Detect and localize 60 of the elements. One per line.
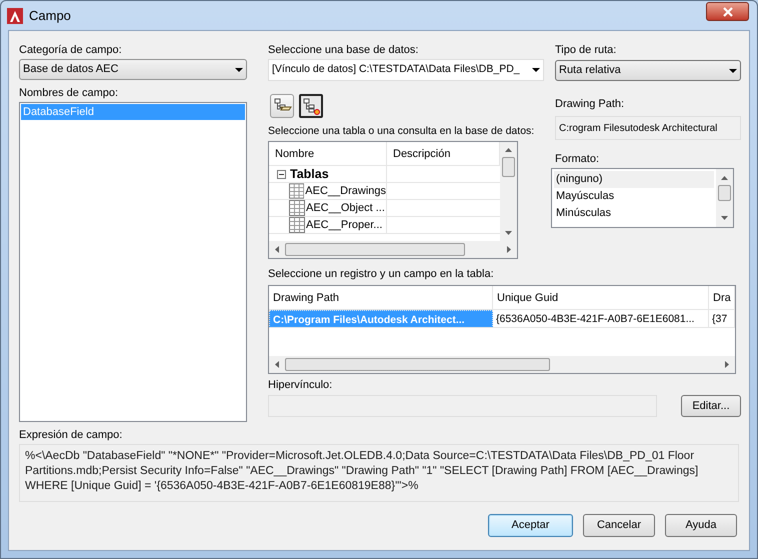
list-item[interactable]: (ninguno)	[554, 171, 714, 188]
list-item[interactable]: Minúsculas	[554, 205, 714, 222]
field-label: Seleccione una base de datos:	[268, 43, 420, 58]
database-dropdown[interactable]: [Vínculo de datos] C:\TESTDATA\Data Files\DB_PD_	[268, 59, 544, 81]
dropdown-arrow-icon	[532, 68, 540, 72]
field-label: Expresión de campo:	[19, 428, 124, 443]
window-title: Campo	[29, 6, 72, 25]
dialog-button[interactable]: Cancelar	[583, 514, 655, 537]
table-cell[interactable]: {6536A050-4B3E-421F-A0B7-6E1E6081...	[493, 310, 709, 327]
column-header[interactable]: Unique Guid	[493, 286, 709, 309]
scroll-up-icon	[721, 176, 728, 180]
field-label: Seleccione una tabla o una consulta en la base de datos:	[268, 124, 536, 139]
field-label: Categoría de campo:	[19, 43, 123, 58]
scrollbar-thumb[interactable]	[285, 358, 550, 371]
scroll-up-icon	[505, 148, 512, 152]
tree-node[interactable]: AEC__Proper...	[306, 216, 382, 234]
column-header[interactable]: Nombre	[269, 142, 387, 166]
app-logo-icon	[7, 8, 23, 24]
field-label: Seleccione un registro y un campo en la tabla:	[268, 267, 495, 282]
dialog-button[interactable]: Ayuda	[665, 514, 737, 537]
dialog-button[interactable]: Aceptar	[488, 514, 573, 537]
scrollbar-thumb[interactable]	[502, 157, 515, 177]
scrollbar-thumb[interactable]	[718, 185, 731, 201]
close-button[interactable]	[706, 2, 749, 21]
category-dropdown[interactable]: Base de datos AEC	[19, 59, 247, 80]
horizontal-scrollbar[interactable]	[269, 241, 517, 258]
horizontal-scrollbar[interactable]	[269, 356, 735, 373]
close-icon	[722, 6, 732, 16]
scroll-down-icon	[721, 216, 728, 220]
dropdown-arrow-icon	[729, 68, 737, 72]
tree-node[interactable]: AEC__Drawings	[305, 182, 386, 200]
toolbar-button[interactable]	[299, 94, 323, 118]
vertical-scrollbar[interactable]	[500, 142, 517, 241]
tree-node[interactable]: AEC__Object ...	[306, 200, 385, 216]
scroll-down-icon	[505, 231, 512, 235]
drawing-path-field[interactable]: C:rogram Filesutodesk Architectural	[555, 116, 741, 140]
field-label: Hipervínculo:	[268, 378, 334, 393]
list-item[interactable]: Mayúsculas	[554, 188, 714, 205]
field-expression-text: %<\AecDb "DatabaseField" "*NONE*" "Provider=Microsoft.Jet.OLEDB.4.0;Data Source=C:\TESTDATA\Data Files\DB_PD_01 Floor Partitions.mdb;Persist Security Info=False" "AEC__Drawings" "Drawing Path" "1" "SELECT [Drawing Path] FROM [AEC__Drawings] WHERE [Unique Guid] = '{6536A050-4B3E-421F-A0B7-6E1E60819E88}'">%	[19, 444, 739, 502]
dropdown-arrow-icon	[235, 68, 243, 72]
scroll-right-icon	[725, 361, 729, 368]
path-type-dropdown[interactable]: Ruta relativa	[555, 60, 741, 81]
table-icon	[289, 200, 305, 216]
scroll-left-icon	[275, 361, 279, 368]
toolbar-button[interactable]	[270, 94, 294, 118]
tree-node[interactable]: Tablas	[290, 164, 329, 184]
field-label: Tipo de ruta:	[555, 43, 618, 58]
field-label: Drawing Path:	[555, 97, 626, 112]
database-new-icon	[301, 97, 321, 115]
column-header[interactable]: Dra	[709, 286, 735, 309]
scroll-right-icon	[507, 246, 511, 253]
field-label: Nombres de campo:	[19, 86, 120, 101]
scrollbar-thumb[interactable]	[285, 243, 465, 256]
table-icon	[289, 183, 304, 199]
tree-toggle-icon[interactable]	[277, 170, 286, 178]
field-label: Formato:	[555, 152, 600, 167]
table-icon	[289, 217, 305, 233]
scroll-left-icon	[275, 246, 279, 253]
vertical-scrollbar[interactable]	[716, 169, 733, 227]
table-cell[interactable]: {37	[709, 310, 735, 327]
